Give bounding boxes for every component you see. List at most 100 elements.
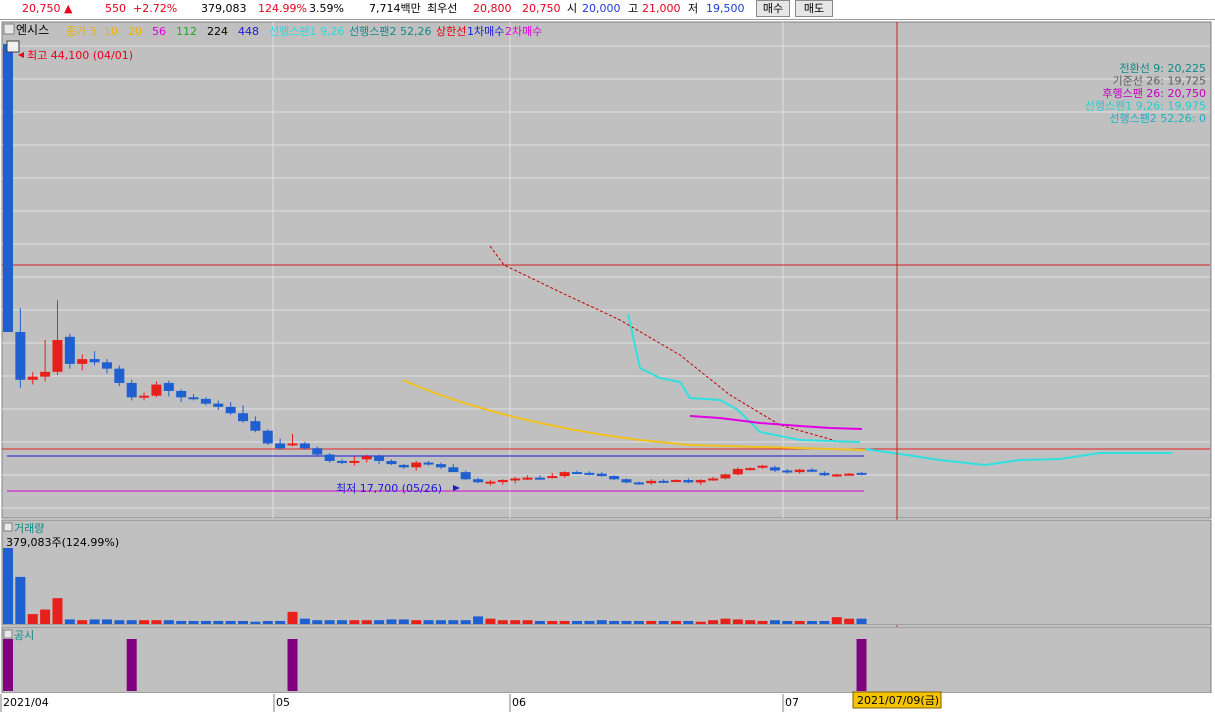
legend-item: 20 xyxy=(128,25,142,38)
candle-body xyxy=(77,359,88,364)
volume-bar xyxy=(831,617,842,624)
legend-item: 224 xyxy=(207,25,228,38)
candle-body xyxy=(126,382,137,398)
readout-line: 선행스팬1 9,26: 19,975 xyxy=(1085,100,1206,113)
x-axis-label: 05 xyxy=(276,696,290,709)
volume-bar xyxy=(534,620,545,624)
volume-bar xyxy=(114,620,125,624)
volume-bar xyxy=(596,620,607,624)
volume-bar xyxy=(844,618,855,624)
volume-bar xyxy=(609,620,620,624)
legend-item: 112 xyxy=(176,25,197,38)
volume-bar xyxy=(15,576,26,624)
volume-value: 379,083주(124.99%) xyxy=(6,536,119,549)
readout-line: 기준선 26: 19,725 xyxy=(1112,75,1206,88)
panel-menu-icon[interactable] xyxy=(3,23,15,35)
candle-body xyxy=(831,474,842,477)
volume-bar xyxy=(386,619,397,624)
volume-bar xyxy=(139,620,150,624)
candle-body xyxy=(510,478,521,481)
disclosure-bar xyxy=(3,639,13,691)
disclosure-bar xyxy=(856,639,867,691)
candle-body xyxy=(695,480,706,483)
current-price: 20,750 xyxy=(22,2,61,15)
stock-name: 엔시스 xyxy=(16,23,49,37)
volume-bar xyxy=(819,620,830,624)
candle-body xyxy=(720,474,731,479)
candle-body xyxy=(844,473,855,476)
candle-body xyxy=(658,480,669,483)
candle-body xyxy=(794,469,805,473)
volume-bar xyxy=(151,620,162,624)
volume-bar xyxy=(52,598,63,624)
indicator-legend[interactable]: 종가 5 10 20 56 112 224 448 선행스팬1 9,26 선행스팬2 52,26… xyxy=(66,25,542,38)
calendar-icon[interactable] xyxy=(6,40,20,53)
candle-body xyxy=(213,403,224,407)
candle-body xyxy=(386,460,397,465)
legend-item: 종가 5 xyxy=(66,25,97,38)
volume-bar xyxy=(621,620,632,624)
trade-amount: 7,714백만 xyxy=(369,2,421,15)
volume-bar xyxy=(720,618,731,624)
disclosure-bar xyxy=(126,639,137,691)
volume-bar xyxy=(250,621,261,624)
disclosure-panel-menu-icon[interactable] xyxy=(3,629,13,639)
legend-item: 10 xyxy=(104,25,118,38)
candle-body xyxy=(769,467,780,471)
volume-bar xyxy=(299,618,310,624)
low-label: 저 xyxy=(688,2,699,15)
stock-chart[interactable]: 엔시스 종가 5 10 20 56 112 224 448 선행스팬1 9,26 선행스팬2 5… xyxy=(0,21,1215,716)
volume-bar xyxy=(646,620,657,624)
candle-body xyxy=(782,470,793,473)
low-price: 19,500 xyxy=(706,2,745,15)
volume-bar xyxy=(312,620,323,624)
candle-body xyxy=(225,406,236,414)
volume-bar xyxy=(670,620,681,624)
candle-body xyxy=(101,362,112,369)
candle-body xyxy=(460,472,471,480)
candle-body xyxy=(485,481,496,484)
candle-body xyxy=(262,430,273,444)
candle-body xyxy=(559,472,570,477)
legend-item: 선행스팬1 9,26 xyxy=(269,25,344,38)
buy-button[interactable]: 매수 xyxy=(756,0,790,17)
volume-bar xyxy=(213,620,224,624)
candle-body xyxy=(275,443,286,449)
volume-bar xyxy=(633,620,644,624)
disclosure-title: 공시 xyxy=(14,629,34,642)
volume-bar xyxy=(225,620,236,624)
volume-panel-menu-icon[interactable] xyxy=(3,522,13,532)
candle-body xyxy=(361,456,372,460)
sell-button[interactable]: 매도 xyxy=(795,0,833,17)
x-axis-label: 06 xyxy=(512,696,526,709)
price-change: 550 xyxy=(105,2,126,15)
volume-bar xyxy=(683,620,694,624)
volume-bar xyxy=(497,620,508,624)
candle-body xyxy=(324,454,335,461)
candle-body xyxy=(163,382,174,391)
volume-bar xyxy=(40,609,51,624)
x-axis-bar xyxy=(0,693,1215,716)
candle-body xyxy=(287,443,298,446)
candle-body xyxy=(596,473,607,477)
volume-bar xyxy=(547,620,558,624)
candle-body xyxy=(757,465,768,468)
volume-bar xyxy=(572,620,583,624)
volume-bar xyxy=(423,620,434,624)
volume-bar xyxy=(708,620,719,624)
volume-bar xyxy=(27,614,38,624)
open-label: 시 xyxy=(567,2,578,15)
disclosure-bar xyxy=(287,639,298,691)
readout-line: 선행스팬2 52,26: 0 xyxy=(1109,112,1206,125)
open-price: 20,000 xyxy=(582,2,621,15)
volume-bar xyxy=(200,620,211,624)
volume-bar xyxy=(126,620,137,624)
volume-bar xyxy=(807,620,818,624)
candle-body xyxy=(448,467,459,473)
turnover-rate: 3.59% xyxy=(309,2,344,15)
candle-body xyxy=(522,477,533,480)
volume-bar xyxy=(856,618,867,624)
candle-body xyxy=(473,479,484,483)
quote-bar: 20,750 ▲ 550 +2.72% 379,083 124.99% 3.59… xyxy=(0,0,1215,20)
best-ask: 20,800 xyxy=(473,2,512,15)
